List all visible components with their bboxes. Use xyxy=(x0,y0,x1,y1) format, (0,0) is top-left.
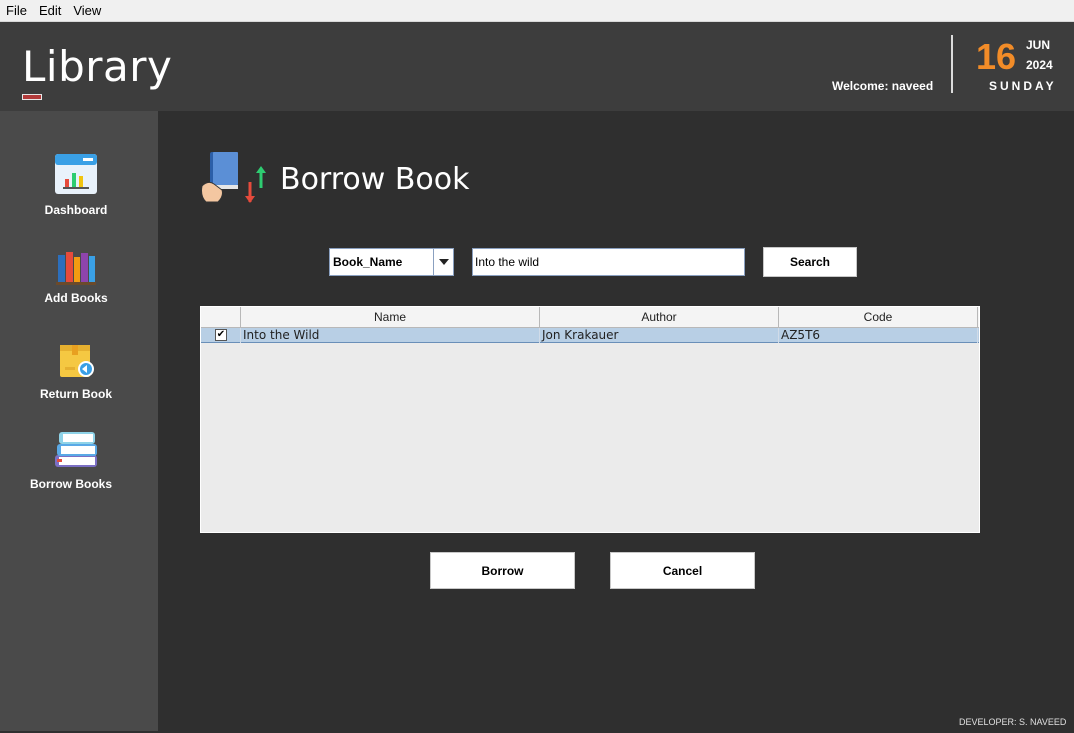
table-row[interactable]: ✔ Into the Wild Jon Krakauer AZ5T6 xyxy=(201,328,979,343)
page-title: Borrow Book xyxy=(280,162,470,197)
row-checkbox[interactable]: ✔ xyxy=(215,329,227,341)
column-header-name[interactable]: Name xyxy=(241,307,540,327)
developer-credit: DEVELOPER: S. NAVEED xyxy=(959,717,1067,727)
table-cell-name: Into the Wild xyxy=(241,328,540,343)
borrow-book-icon xyxy=(201,152,266,203)
menu-file[interactable]: File xyxy=(6,3,27,18)
table-header: Name Author Code xyxy=(201,307,979,328)
header-divider xyxy=(951,35,953,93)
column-header-select[interactable] xyxy=(201,307,241,327)
select-value: Book_Name xyxy=(333,255,403,269)
date-year: 2024 xyxy=(1026,58,1053,72)
search-input[interactable] xyxy=(472,248,745,276)
sidebar-item-label: Borrow Books xyxy=(29,477,112,491)
borrow-button[interactable]: Borrow xyxy=(430,552,575,589)
sidebar-item-label: Return Book xyxy=(40,387,112,401)
sidebar-item-return-book[interactable]: Return Book xyxy=(0,341,152,401)
cancel-button[interactable]: Cancel xyxy=(610,552,755,589)
sidebar-item-borrow-books[interactable]: Borrow Books xyxy=(0,427,152,491)
welcome-text: Welcome: naveed xyxy=(832,79,934,93)
search-field-select[interactable]: Book_Name xyxy=(329,248,454,276)
table-cell-select: ✔ xyxy=(201,328,241,343)
menu-edit[interactable]: Edit xyxy=(39,3,61,18)
date-day: 16 xyxy=(976,36,1017,77)
menu-view[interactable]: View xyxy=(73,3,101,18)
app-header: Library Welcome: naveed 16 JUN 2024 SUND… xyxy=(0,22,1074,111)
sidebar-item-label: Dashboard xyxy=(44,203,108,217)
column-header-code[interactable]: Code xyxy=(779,307,978,327)
sidebar: Dashboard Add Books Return Book Borrow B… xyxy=(0,111,158,731)
table-cell-author: Jon Krakauer xyxy=(540,328,779,343)
sidebar-item-add-books[interactable]: Add Books xyxy=(0,249,152,305)
books-icon xyxy=(56,252,96,285)
chevron-down-icon[interactable] xyxy=(433,249,453,275)
table-cell-code: AZ5T6 xyxy=(779,328,978,343)
book-stack-icon xyxy=(55,432,97,467)
dashboard-icon xyxy=(55,154,97,194)
app-logo: Library xyxy=(22,42,173,91)
search-button[interactable]: Search xyxy=(763,247,857,277)
books-table: Name Author Code ✔ Into the Wild Jon Kra… xyxy=(200,306,980,533)
menu-bar: File Edit View xyxy=(0,0,1074,22)
column-header-author[interactable]: Author xyxy=(540,307,779,327)
sidebar-item-dashboard[interactable]: Dashboard xyxy=(0,151,152,217)
date-weekday: SUNDAY xyxy=(989,79,1057,93)
return-box-icon xyxy=(60,345,94,377)
date-month: JUN xyxy=(1026,38,1051,52)
logo-book-icon xyxy=(22,94,42,100)
sidebar-item-label: Add Books xyxy=(44,291,108,305)
